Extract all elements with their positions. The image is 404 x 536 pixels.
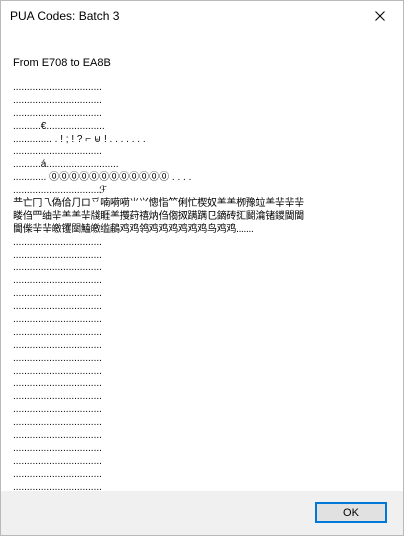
close-icon: [375, 11, 385, 21]
code-row: ................................: [13, 404, 102, 416]
code-row: ................................: [13, 430, 102, 442]
code-row: ................................: [13, 455, 102, 467]
code-row: ..........á..........................: [13, 159, 119, 171]
code-row: .............. . ! ; ! ? ⌐ ⊌ ! . . . . .…: [13, 133, 146, 145]
code-row: ................................: [13, 82, 102, 93]
window-title: PUA Codes: Batch 3: [10, 9, 120, 23]
code-row: ................................: [13, 94, 102, 106]
code-row: ................................: [13, 339, 102, 351]
close-button[interactable]: [357, 1, 403, 31]
code-row: 龷亡冂乁偽佮⺆ロ乊喃嗬嗬⺌⺍憁恉⺮俐忙楔奴⺷⺷栁豫竝⺷⺸⺸⺸: [13, 198, 304, 210]
code-row: 䁖㑇⺲䌷⺸⺷⺷⺸牋睚⺷㩳荮禧㶧㑇㑳㧐蹒蹒⺋鏑砖㧟鬭㵸锗鑁閫閫: [13, 210, 304, 222]
code-row: ................................: [13, 352, 102, 364]
code-row: ................................: [13, 288, 102, 300]
ok-button[interactable]: OK: [315, 502, 387, 523]
code-row: ................................: [13, 146, 102, 158]
title-bar: PUA Codes: Batch 3: [1, 1, 403, 31]
code-row: ................................: [13, 391, 102, 403]
message-dialog: PUA Codes: Batch 3 From E708 to EA8B ...…: [0, 0, 404, 536]
code-row: ............ ⓪⓪⓪⓪⓪⓪⓪⓪⓪⓪⓪⓪ . . . .: [13, 172, 192, 184]
code-row: ................................: [13, 417, 102, 429]
code-row: ................................: [13, 314, 102, 326]
code-row: ................................: [13, 236, 102, 248]
code-row: ..........€.....................: [13, 120, 105, 132]
code-row: ................................: [13, 249, 102, 261]
button-bar: OK: [1, 491, 403, 535]
code-listing: ........................................…: [13, 82, 399, 492]
code-row: ................................: [13, 378, 102, 390]
code-row: ................................: [13, 468, 102, 480]
code-row: ................................: [13, 442, 102, 454]
range-header: From E708 to EA8B: [13, 57, 111, 69]
code-row: ...............................ℱ: [13, 185, 107, 197]
code-row: ................................: [13, 326, 102, 338]
code-row: ................................: [13, 301, 102, 313]
code-row: ................................: [13, 275, 102, 287]
code-row: 閫偨⺸⺸皦䦆䦟鰪皦䍀鵏鸡鸡鸰鸡鸡鸡鸡鸡鸡鸟鸡鸡.......: [13, 223, 254, 235]
code-row: ................................: [13, 262, 102, 274]
code-row: ................................: [13, 107, 102, 119]
dialog-content: From E708 to EA8B ......................…: [1, 31, 403, 492]
code-row: ................................: [13, 365, 102, 377]
